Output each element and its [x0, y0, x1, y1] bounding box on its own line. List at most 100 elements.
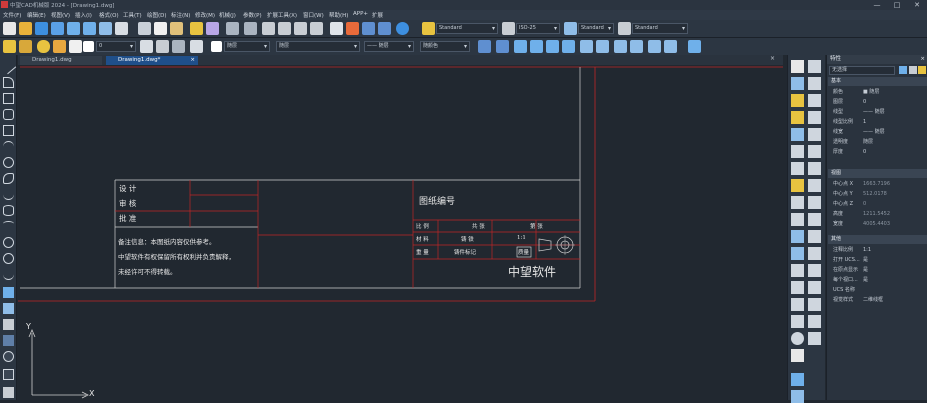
mech-frame-icon[interactable]: [530, 40, 543, 53]
mech-tool-icon[interactable]: [478, 40, 491, 53]
linetype-select[interactable]: 随层: [276, 41, 360, 52]
copy-icon[interactable]: [154, 22, 167, 35]
color-select[interactable]: 随层: [224, 41, 270, 52]
mech-part-icon[interactable]: [580, 40, 593, 53]
array-polar-icon[interactable]: [808, 94, 821, 107]
match-properties-icon[interactable]: [190, 22, 203, 35]
block-tool-icon[interactable]: [791, 390, 804, 403]
lineweight-select[interactable]: —— 随层: [364, 41, 414, 52]
open-folder-icon[interactable]: [19, 22, 32, 35]
selection-select[interactable]: 无选择: [829, 66, 895, 75]
menu-draw[interactable]: 绘图(D): [147, 11, 167, 19]
table-style-select[interactable]: Standard: [578, 23, 614, 34]
section-general[interactable]: 基本: [828, 77, 927, 86]
lengthen-icon[interactable]: [808, 196, 821, 209]
dim-diameter-icon[interactable]: [808, 247, 821, 260]
weld-symbol-icon[interactable]: [808, 332, 821, 345]
polygon-icon[interactable]: [3, 109, 14, 120]
quick-select-icon[interactable]: [918, 66, 926, 74]
prop-row[interactable]: 透明度 随层: [829, 138, 926, 146]
paste-icon[interactable]: [170, 22, 183, 35]
prop-row[interactable]: 在原点显示是: [829, 266, 926, 274]
dim-linear-icon[interactable]: [791, 230, 804, 243]
section-misc[interactable]: 其他: [828, 235, 927, 244]
insert-block-icon[interactable]: [3, 287, 14, 298]
arc-icon[interactable]: [3, 141, 14, 152]
prop-row[interactable]: 高度 1211.5452: [829, 210, 926, 218]
close-tab-icon[interactable]: ×: [190, 56, 195, 65]
prop-row[interactable]: 宽度 4005.4403: [829, 220, 926, 228]
eraser-icon[interactable]: [206, 22, 219, 35]
menu-help[interactable]: 帮助(H): [329, 11, 348, 19]
ellipse-icon[interactable]: [3, 205, 14, 216]
layer-on-icon[interactable]: [37, 40, 50, 53]
design-center-icon[interactable]: [346, 22, 359, 35]
menu-parametric[interactable]: 参数(P): [243, 11, 262, 19]
menu-express[interactable]: 扩展工具(X): [267, 11, 297, 19]
pan-icon[interactable]: [262, 22, 275, 35]
surface-roughness-icon[interactable]: [791, 332, 804, 345]
prop-row[interactable]: UCS 名称: [829, 286, 926, 294]
layer-state-icon[interactable]: [19, 40, 32, 53]
multileader-style-select[interactable]: Standard: [632, 23, 688, 34]
mech-bom-icon[interactable]: [562, 40, 575, 53]
help-icon[interactable]: [396, 22, 409, 35]
layer-walk-icon[interactable]: [190, 40, 203, 53]
dim-style-select[interactable]: ISO-25: [516, 23, 560, 34]
mirror-icon[interactable]: [791, 77, 804, 90]
mech-settings-icon[interactable]: [688, 40, 701, 53]
mech-table-icon[interactable]: [614, 40, 627, 53]
mech-view-icon[interactable]: [664, 40, 677, 53]
mech-layer-icon[interactable]: [514, 40, 527, 53]
menu-view[interactable]: 视图(V): [51, 11, 70, 19]
close-panel-icon[interactable]: ×: [920, 55, 925, 64]
prop-row[interactable]: 线宽 —— 随层: [829, 128, 926, 136]
drawing-canvas[interactable]: 设 计 审 核 批 准 备注信息：本图纸内容仅供参考。 中望软件有权保留所有权利…: [18, 65, 785, 400]
redo-icon[interactable]: [244, 22, 257, 35]
menu-dimension[interactable]: 标注(N): [171, 11, 190, 19]
properties-icon[interactable]: [330, 22, 343, 35]
box-icon[interactable]: [3, 125, 14, 136]
scale-icon[interactable]: [808, 128, 821, 141]
dim-edit-icon[interactable]: [808, 315, 821, 328]
menu-mechanical[interactable]: 机械(J): [219, 11, 236, 19]
prop-row[interactable]: 图层 0: [829, 98, 926, 106]
mech-sheet-icon[interactable]: [648, 40, 661, 53]
leader-icon[interactable]: [791, 298, 804, 311]
plot-preview-icon[interactable]: [83, 22, 96, 35]
tab-drawing1[interactable]: Drawing1.dwg* ×: [106, 56, 198, 65]
save-as-icon[interactable]: [51, 22, 64, 35]
array-icon[interactable]: [791, 94, 804, 107]
menu-extend[interactable]: 扩展: [372, 11, 383, 19]
publish-icon[interactable]: [99, 22, 112, 35]
zoom-preview-icon[interactable]: [115, 22, 128, 35]
move-icon[interactable]: [791, 145, 804, 158]
dim-aligned-icon[interactable]: [808, 230, 821, 243]
dim-continue-icon[interactable]: [791, 281, 804, 294]
fillet-icon[interactable]: [791, 111, 804, 124]
mech-list-icon[interactable]: [630, 40, 643, 53]
tab-start[interactable]: Drawing1.dwg: [20, 56, 102, 65]
extend-icon[interactable]: [808, 162, 821, 175]
dim-baseline-icon[interactable]: [808, 264, 821, 277]
mech-title-icon[interactable]: [546, 40, 559, 53]
mech-dim-icon[interactable]: [496, 40, 509, 53]
zoom-realtime-icon[interactable]: [278, 22, 291, 35]
datum-icon[interactable]: [791, 349, 804, 362]
layer-isolate-icon[interactable]: [172, 40, 185, 53]
zoom-previous-icon[interactable]: [310, 22, 323, 35]
layer-manager-icon[interactable]: [3, 40, 16, 53]
prop-row[interactable]: 打开 UCS... 是: [829, 256, 926, 264]
close-tab-icon[interactable]: ×: [770, 55, 775, 62]
menu-modify[interactable]: 修改(M): [195, 11, 215, 19]
new-file-icon[interactable]: [3, 22, 16, 35]
rectangle-icon[interactable]: [3, 93, 14, 104]
pedit-icon[interactable]: [808, 213, 821, 226]
menu-file[interactable]: 文件(F): [3, 11, 21, 19]
polyline-icon[interactable]: [3, 77, 14, 88]
revcloud-icon[interactable]: [3, 173, 14, 184]
undo-icon[interactable]: [226, 22, 239, 35]
prop-row[interactable]: 每个视口... 是: [829, 276, 926, 284]
trim-icon[interactable]: [791, 162, 804, 175]
spline-icon[interactable]: [3, 189, 14, 200]
